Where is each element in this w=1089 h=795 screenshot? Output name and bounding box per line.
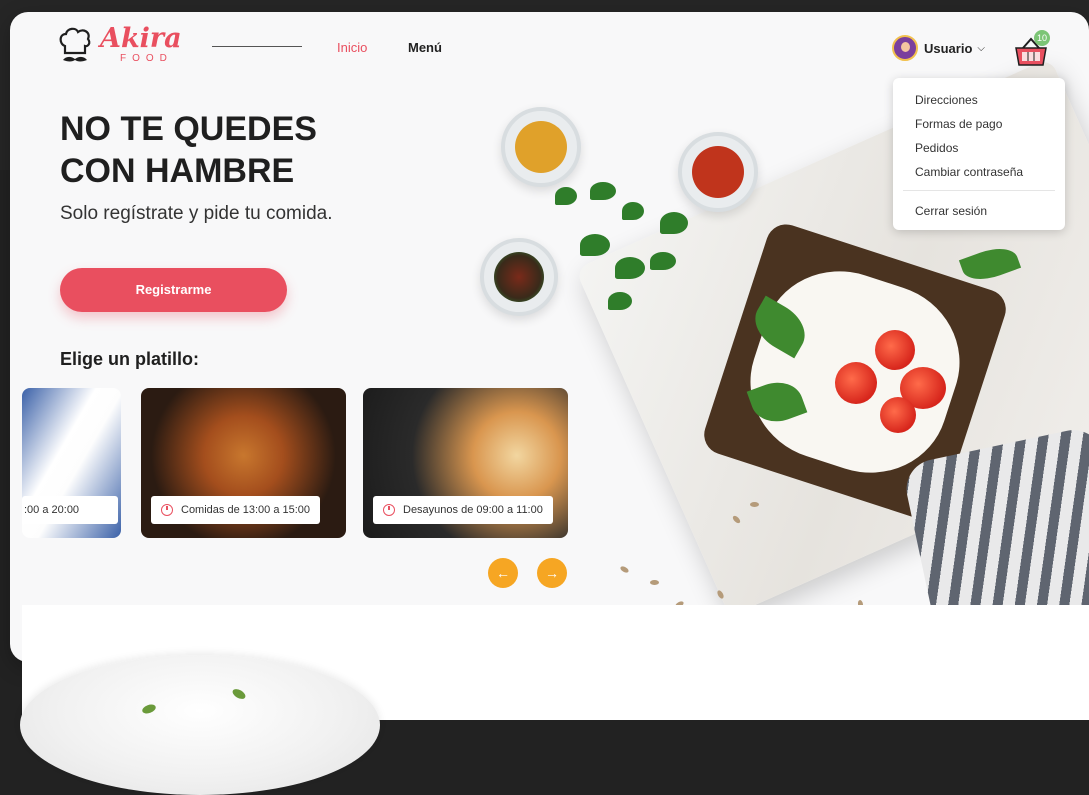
- user-dropdown-menu: Direcciones Formas de pago Pedidos Cambi…: [893, 78, 1065, 230]
- user-label: Usuario: [924, 40, 973, 56]
- nav-inicio-link[interactable]: Inicio: [337, 40, 367, 55]
- schedule-label: Desayunos de 09:00 a 11:00: [403, 504, 543, 516]
- menu-item-direcciones[interactable]: Direcciones: [915, 93, 978, 107]
- seed-image: [650, 580, 659, 585]
- chevron-down-icon: ⌵: [977, 42, 985, 54]
- app-window: Akira FOOD Inicio Menú Usuario ⌵ 10 Dire…: [10, 12, 1089, 662]
- schedule-pill: :00 a 20:00: [22, 496, 118, 524]
- arrow-right-icon: →: [545, 565, 559, 581]
- tomato-image: [835, 362, 877, 404]
- spice-bowl-image: [678, 132, 758, 212]
- carousel-next-button[interactable]: →: [537, 558, 567, 588]
- dish-card[interactable]: :00 a 20:00: [22, 388, 121, 538]
- parsley-image: [555, 187, 577, 205]
- section-title: Elige un platillo:: [60, 349, 199, 369]
- clock-icon: [161, 504, 173, 516]
- parsley-image: [660, 212, 688, 234]
- arrow-left-icon: ←: [496, 565, 510, 581]
- menu-item-cambiar-contrasena[interactable]: Cambiar contraseña: [915, 165, 1023, 179]
- dish-card[interactable]: Desayunos de 09:00 a 11:00: [363, 388, 568, 538]
- plate-image: [20, 655, 380, 795]
- register-button[interactable]: Registrarme: [60, 268, 287, 312]
- schedule-pill: Comidas de 13:00 a 15:00: [151, 496, 321, 524]
- tomato-image: [875, 330, 915, 370]
- clock-icon: [383, 504, 395, 516]
- spice-bowl-image: [501, 107, 581, 187]
- parsley-image: [650, 252, 676, 270]
- menu-item-formas-de-pago[interactable]: Formas de pago: [915, 117, 1002, 131]
- nav-menu-link[interactable]: Menú: [408, 40, 442, 55]
- parsley-image: [608, 292, 632, 310]
- menu-item-cerrar-sesion[interactable]: Cerrar sesión: [915, 204, 987, 218]
- carousel-prev-button[interactable]: ←: [488, 558, 518, 588]
- nav-divider: [212, 46, 302, 47]
- parsley-image: [590, 182, 616, 200]
- hero-subtitle: Solo regístrate y pide tu comida.: [60, 203, 333, 224]
- parsley-image: [615, 257, 645, 279]
- parsley-image: [622, 202, 644, 220]
- seed-image: [750, 502, 759, 507]
- chef-hat-mustache-icon: [59, 27, 91, 62]
- menu-divider: [903, 190, 1055, 191]
- tomato-image: [880, 397, 916, 433]
- peppercorn-bowl-image: [480, 238, 558, 316]
- user-menu-button[interactable]: Usuario ⌵: [892, 35, 985, 61]
- seed-image: [619, 565, 630, 574]
- brand-name: Akira: [100, 23, 182, 54]
- schedule-label: :00 a 20:00: [24, 504, 80, 516]
- dish-card[interactable]: Comidas de 13:00 a 15:00: [141, 388, 346, 538]
- parsley-image: [580, 234, 610, 256]
- cart-count-badge: 10: [1034, 30, 1050, 46]
- brand-subtitle: FOOD: [120, 53, 173, 64]
- brand-logo[interactable]: Akira FOOD: [58, 23, 182, 66]
- schedule-label: Comidas de 13:00 a 15:00: [181, 504, 311, 516]
- menu-item-pedidos[interactable]: Pedidos: [915, 141, 958, 155]
- schedule-pill: Desayunos de 09:00 a 11:00: [373, 496, 553, 524]
- avatar: [892, 35, 918, 61]
- hero-title: NO TE QUEDES CON HAMBRE: [60, 110, 317, 190]
